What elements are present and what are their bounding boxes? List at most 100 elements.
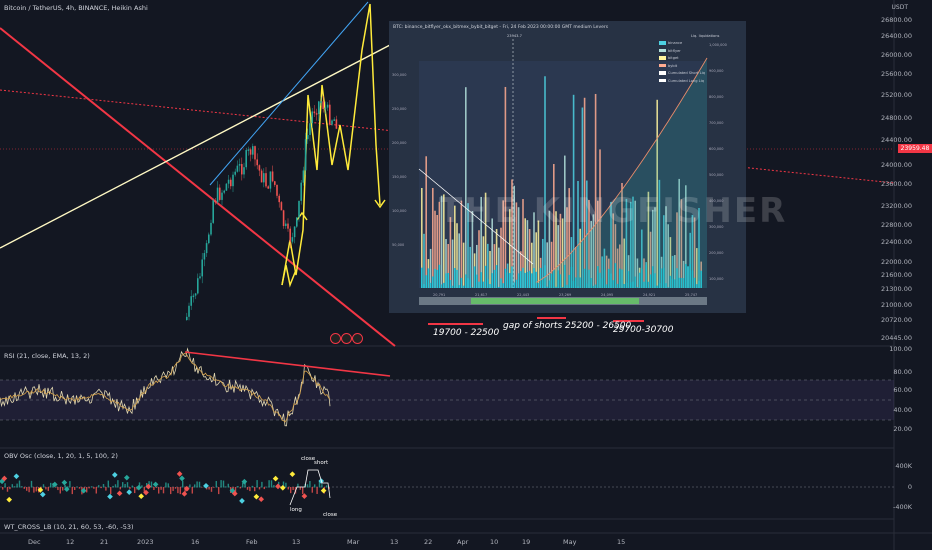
inset-liq-bar-base <box>449 280 452 288</box>
obv-marker <box>6 496 13 503</box>
time-tick: Dec <box>28 538 41 546</box>
inset-liq-bar <box>544 76 546 288</box>
yellow-projection-2[interactable] <box>281 264 297 288</box>
candle-body <box>258 165 261 171</box>
obv-marker <box>181 490 188 497</box>
candle-body <box>249 149 252 155</box>
inset-liq-bar-base <box>495 265 498 288</box>
obv-marker <box>61 479 68 486</box>
candle-body <box>212 200 214 223</box>
inset-liq-bar-base <box>489 283 491 288</box>
legend-label: Cumulated Short Liq <box>668 71 705 75</box>
obv-bar <box>35 487 37 492</box>
obv-bar <box>69 481 71 488</box>
price-tick: 23200.00 <box>880 202 912 210</box>
obv-bar <box>321 484 323 488</box>
inset-y-tick: 150,000 <box>392 175 407 179</box>
obv-bar <box>162 487 165 494</box>
obv-bar <box>239 487 241 489</box>
yellow-projection[interactable] <box>281 3 381 286</box>
inset-liq-bar-base <box>456 269 458 288</box>
obv-bar <box>98 485 100 488</box>
obv-bar <box>191 487 193 494</box>
obv-bar <box>105 487 107 491</box>
inset-liq-bar <box>489 250 491 288</box>
legend-swatch <box>659 41 666 45</box>
obv-bar <box>309 480 311 488</box>
price-tick: 21300.00 <box>880 285 912 293</box>
inset-y-tick-right: 700,000 <box>709 121 724 125</box>
inset-liq-bar <box>462 242 465 288</box>
candle-body <box>247 149 250 151</box>
obv-bar <box>71 487 73 495</box>
obv-bar <box>287 487 289 490</box>
rsi-title: RSI (21, close, EMA, 13, 2) <box>4 352 90 360</box>
obv-bar <box>222 480 225 488</box>
inset-x-tick: 24,095 <box>601 293 614 297</box>
candle-body <box>241 164 243 175</box>
obv-bar <box>215 480 217 488</box>
red-trendline[interactable] <box>0 27 396 347</box>
obv-bar <box>88 487 90 489</box>
inset-liq-bar-base <box>506 272 509 288</box>
inset-y-tick: 300,000 <box>392 73 407 77</box>
obv-bar <box>160 487 162 490</box>
obv-marker <box>275 483 281 490</box>
inset-liq-bar-base <box>436 269 438 288</box>
obv-bar <box>210 487 213 492</box>
candle-body <box>256 159 258 166</box>
inset-y-tick-right: 800,000 <box>709 95 724 99</box>
candle-body <box>227 179 230 184</box>
time-tick: 16 <box>191 538 200 546</box>
inset-liq-bar <box>429 248 432 288</box>
rsi-tick: 80.00 <box>893 368 912 376</box>
inset-liq-bar <box>482 236 485 288</box>
rsi-divergence-line[interactable] <box>184 351 391 377</box>
event-badge[interactable] <box>341 333 352 344</box>
inset-liq-bar-base <box>473 266 476 288</box>
obv-bar <box>78 487 81 489</box>
inset-liq-bar-base <box>509 273 511 288</box>
inset-range-window[interactable] <box>471 298 639 304</box>
obv-bar <box>242 482 244 488</box>
inset-liq-bar-base <box>434 268 436 288</box>
obv-bar <box>76 486 78 488</box>
obv-bar <box>126 482 129 488</box>
inset-liq-bar-base <box>500 278 502 288</box>
obv-bar <box>124 484 126 488</box>
candle-body <box>300 182 302 201</box>
obv-marker <box>301 493 308 499</box>
legend-swatch <box>659 63 666 68</box>
obv-bar <box>251 485 253 488</box>
obv-bar <box>263 487 265 490</box>
candle-body <box>263 173 265 183</box>
event-badge[interactable] <box>330 333 341 344</box>
rsi-tick: 20.00 <box>893 425 912 433</box>
obv-bar <box>201 487 203 488</box>
obv-marker <box>116 490 123 497</box>
obv-bar <box>179 487 181 495</box>
annotation-range-low: 19700 - 22500 <box>433 328 500 338</box>
inset-legend-item: bybit <box>659 64 677 68</box>
obv-bar <box>177 487 179 494</box>
liquidation-heatmap-inset[interactable]: BTC: binance_bitflyer_okx_bitmex_bybit_b… <box>389 21 785 313</box>
obv-bar <box>314 484 316 488</box>
inset-legend-header: Liq. liquidations <box>691 34 720 38</box>
inset-liq-bar-base <box>460 277 463 288</box>
obv-bar <box>196 481 198 488</box>
event-badge[interactable] <box>352 333 363 344</box>
obv-bar <box>57 487 59 491</box>
candle-body <box>210 222 212 235</box>
rsi-tick: 100.00 <box>889 345 912 353</box>
candle-body <box>236 165 239 172</box>
inset-y-tick-right: 300,000 <box>709 225 724 229</box>
inset-liq-bar-base <box>432 276 434 288</box>
obv-bar <box>100 487 102 489</box>
blue-trendline[interactable] <box>209 1 369 186</box>
obv-bar <box>11 484 13 488</box>
inset-liq-bar-base <box>535 271 537 288</box>
candle-body <box>269 171 272 189</box>
obv-bar <box>165 482 167 488</box>
candle-body <box>192 295 195 298</box>
obv-note-close-bottom: close <box>323 512 338 518</box>
